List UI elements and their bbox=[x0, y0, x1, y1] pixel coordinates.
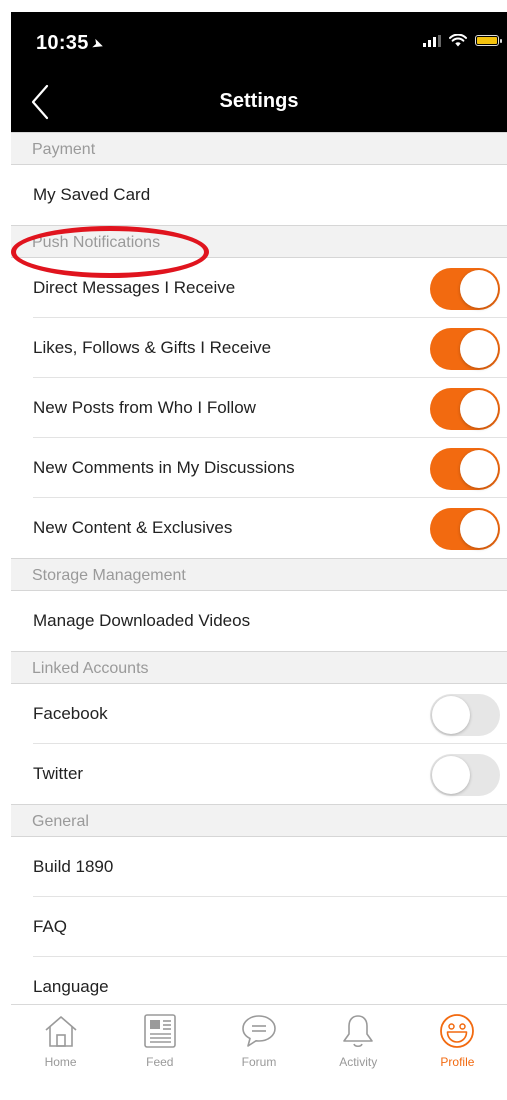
push-new-content-toggle[interactable] bbox=[430, 508, 500, 550]
push-new-posts-row: New Posts from Who I Follow bbox=[11, 378, 507, 438]
tab-profile-label: Profile bbox=[440, 1055, 475, 1069]
clock-text: 10:35 bbox=[36, 32, 89, 54]
push-new-posts-toggle[interactable] bbox=[430, 388, 500, 430]
push-new-posts-label: New Posts from Who I Follow bbox=[33, 398, 256, 417]
faq-label: FAQ bbox=[33, 917, 68, 936]
battery-icon bbox=[475, 35, 502, 46]
forum-icon bbox=[242, 1015, 276, 1047]
home-icon bbox=[45, 1016, 77, 1047]
location-arrow-icon: ➤ bbox=[89, 34, 107, 54]
tab-bar: Home Feed Forum Activity Profile bbox=[11, 1004, 507, 1100]
push-new-content-label: New Content & Exclusives bbox=[33, 518, 233, 537]
push-new-content-row: New Content & Exclusives bbox=[11, 498, 507, 558]
smiley-icon bbox=[440, 1014, 475, 1048]
push-new-comments-row: New Comments in My Discussions bbox=[11, 438, 507, 498]
language-label: Language bbox=[33, 977, 109, 996]
status-bar: 10:35➤ bbox=[11, 12, 507, 72]
tab-profile[interactable]: Profile bbox=[408, 1005, 507, 1100]
wifi-icon bbox=[449, 34, 467, 47]
push-likes-follows-gifts-toggle[interactable] bbox=[430, 328, 500, 370]
faq-row[interactable]: FAQ bbox=[11, 897, 507, 957]
push-likes-follows-gifts-label: Likes, Follows & Gifts I Receive bbox=[33, 338, 272, 357]
manage-downloads-label: Manage Downloaded Videos bbox=[33, 611, 251, 630]
push-likes-follows-gifts-row: Likes, Follows & Gifts I Receive bbox=[11, 318, 507, 378]
build-label: Build 1890 bbox=[33, 857, 114, 876]
status-time: 10:35➤ bbox=[36, 32, 107, 55]
manage-downloads-row[interactable]: Manage Downloaded Videos bbox=[11, 591, 507, 651]
status-icons bbox=[423, 34, 502, 47]
bell-icon bbox=[343, 1015, 374, 1048]
tab-forum[interactable]: Forum bbox=[209, 1005, 308, 1100]
twitter-label: Twitter bbox=[33, 764, 84, 783]
phone-screen: 10:35➤ Settings Payment My Saved Card Pu… bbox=[11, 12, 507, 1100]
twitter-row: Twitter bbox=[11, 744, 507, 804]
feed-icon bbox=[143, 1014, 176, 1048]
page-title: Settings bbox=[219, 90, 299, 112]
build-row: Build 1890 bbox=[11, 837, 507, 897]
tab-home[interactable]: Home bbox=[11, 1005, 110, 1100]
tab-forum-label: Forum bbox=[241, 1055, 277, 1069]
saved-card-label: My Saved Card bbox=[33, 185, 151, 204]
tab-activity[interactable]: Activity bbox=[309, 1005, 408, 1100]
push-direct-messages-row: Direct Messages I Receive bbox=[11, 258, 507, 318]
push-new-comments-label: New Comments in My Discussions bbox=[33, 458, 295, 477]
section-header-linked-accounts: Linked Accounts bbox=[11, 651, 507, 684]
twitter-toggle[interactable] bbox=[430, 754, 500, 796]
tab-home-label: Home bbox=[44, 1055, 77, 1069]
section-header-general: General bbox=[11, 804, 507, 837]
push-direct-messages-toggle[interactable] bbox=[430, 268, 500, 310]
tab-feed[interactable]: Feed bbox=[110, 1005, 209, 1100]
section-header-storage: Storage Management bbox=[11, 558, 507, 591]
section-header-push-notifications: Push Notifications bbox=[11, 225, 507, 258]
facebook-toggle[interactable] bbox=[430, 694, 500, 736]
section-header-payment: Payment bbox=[11, 132, 507, 165]
push-new-comments-toggle[interactable] bbox=[430, 448, 500, 490]
facebook-row: Facebook bbox=[11, 684, 507, 744]
tab-activity-label: Activity bbox=[339, 1055, 378, 1069]
navigation-bar: Settings bbox=[11, 72, 507, 132]
tab-feed-label: Feed bbox=[146, 1055, 174, 1069]
facebook-label: Facebook bbox=[33, 704, 108, 723]
push-direct-messages-label: Direct Messages I Receive bbox=[33, 278, 236, 297]
cellular-signal-icon bbox=[423, 34, 441, 47]
saved-card-row[interactable]: My Saved Card bbox=[11, 165, 507, 225]
